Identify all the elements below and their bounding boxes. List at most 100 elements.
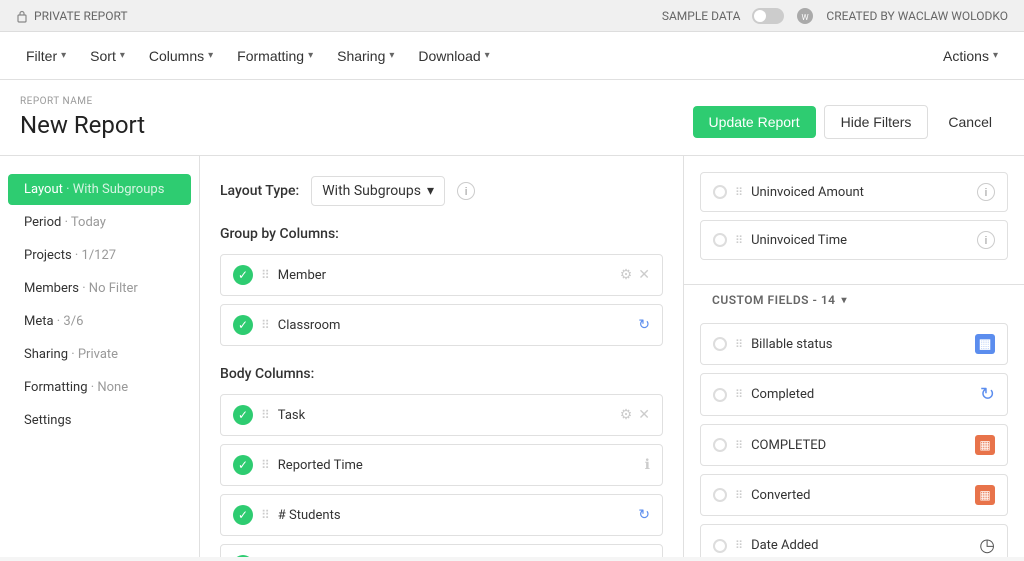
sidebar-item-layout[interactable]: Layout · With Subgroups bbox=[8, 174, 191, 205]
columns-chevron: ▾ bbox=[208, 50, 213, 61]
toolbar-left: Filter ▾ Sort ▾ Columns ▾ Formatting ▾ S… bbox=[16, 42, 500, 70]
field-billable-status: ⠿ Billable status ▦ bbox=[700, 323, 1008, 365]
sharing-chevron: ▾ bbox=[389, 50, 394, 61]
custom-fields-expand-icon: ▾ bbox=[842, 295, 848, 306]
task-check: ✓ bbox=[233, 405, 253, 425]
completed-upper-name: COMPLETED bbox=[751, 438, 967, 453]
date-added-checkbox[interactable] bbox=[713, 539, 727, 553]
sharing-button[interactable]: Sharing ▾ bbox=[327, 42, 404, 70]
toolbar-right: Actions ▾ bbox=[933, 42, 1008, 70]
converted-drag[interactable]: ⠿ bbox=[735, 489, 743, 502]
columns-button[interactable]: Columns ▾ bbox=[139, 42, 223, 70]
member-drag-handle[interactable]: ⠿ bbox=[261, 268, 270, 282]
billable-status-drag[interactable]: ⠿ bbox=[735, 338, 743, 351]
uninvoiced-time-drag[interactable]: ⠿ bbox=[735, 234, 743, 247]
task-actions: ⚙ ✕ bbox=[620, 407, 650, 423]
converted-name: Converted bbox=[751, 488, 967, 503]
classroom-column-name: Classroom bbox=[278, 318, 630, 333]
sidebar-item-projects[interactable]: Projects · 1/127 bbox=[8, 240, 191, 271]
body-column-reported-time: ✓ ⠿ Reported Time ℹ bbox=[220, 444, 663, 486]
field-date-added: ⠿ Date Added ◷ bbox=[700, 524, 1008, 557]
completed-upper-drag[interactable]: ⠿ bbox=[735, 439, 743, 452]
top-bar-right: SAMPLE DATA W CREATED BY WACLAW WOLODKO bbox=[662, 7, 1008, 25]
sidebar-settings-text: Settings bbox=[24, 413, 71, 428]
body-section: Body Columns: ✓ ⠿ Task ⚙ ✕ ✓ ⠿ Reported … bbox=[220, 366, 663, 557]
classroom-sync-icon[interactable]: ↻ bbox=[638, 317, 650, 333]
hide-filters-button[interactable]: Hide Filters bbox=[824, 105, 929, 139]
date-added-name: Date Added bbox=[751, 538, 971, 553]
download-button[interactable]: Download ▾ bbox=[408, 42, 499, 70]
sidebar-item-period[interactable]: Period · Today bbox=[8, 207, 191, 238]
classroom-drag-handle[interactable]: ⠿ bbox=[261, 318, 270, 332]
uninvoiced-amount-info[interactable]: i bbox=[977, 183, 995, 201]
students-actions: ↻ bbox=[638, 507, 650, 523]
filter-label: Filter bbox=[26, 48, 57, 64]
students-sync-icon[interactable]: ↻ bbox=[638, 507, 650, 523]
converted-checkbox[interactable] bbox=[713, 488, 727, 502]
billable-status-checkbox[interactable] bbox=[713, 337, 727, 351]
students-check: ✓ bbox=[233, 505, 253, 525]
sort-button[interactable]: Sort ▾ bbox=[80, 42, 135, 70]
sidebar-item-sharing[interactable]: Sharing · Private bbox=[8, 339, 191, 370]
sidebar-item-members[interactable]: Members · No Filter bbox=[8, 273, 191, 304]
students-drag-handle[interactable]: ⠿ bbox=[261, 508, 270, 522]
actions-button[interactable]: Actions ▾ bbox=[933, 42, 1008, 70]
uninvoiced-time-checkbox[interactable] bbox=[713, 233, 727, 247]
sample-data-toggle[interactable] bbox=[752, 8, 784, 24]
filter-chevron: ▾ bbox=[61, 50, 66, 61]
task-drag-handle[interactable]: ⠿ bbox=[261, 408, 270, 422]
body-column-grade: ✓ ⠿ Grade ↻ bbox=[220, 544, 663, 557]
layout-info-icon[interactable]: i bbox=[457, 182, 475, 200]
cancel-button[interactable]: Cancel bbox=[936, 106, 1004, 138]
columns-label: Columns bbox=[149, 48, 204, 64]
formatting-label: Formatting bbox=[237, 48, 304, 64]
right-panel-top: ⠿ Uninvoiced Amount i ⠿ Uninvoiced Time … bbox=[684, 156, 1024, 285]
download-chevron: ▾ bbox=[485, 50, 490, 61]
completed-drag[interactable]: ⠿ bbox=[735, 388, 743, 401]
task-close-icon[interactable]: ✕ bbox=[638, 407, 650, 423]
member-close-icon[interactable]: ✕ bbox=[638, 267, 650, 283]
reported-time-check: ✓ bbox=[233, 455, 253, 475]
layout-type-select[interactable]: With Subgroups ▾ bbox=[311, 176, 445, 206]
reported-time-actions: ℹ bbox=[645, 457, 650, 473]
update-report-button[interactable]: Update Report bbox=[693, 106, 816, 138]
reported-time-info-icon[interactable]: ℹ bbox=[645, 457, 650, 473]
actions-label: Actions bbox=[943, 48, 989, 64]
uninvoiced-amount-checkbox[interactable] bbox=[713, 185, 727, 199]
actions-chevron: ▾ bbox=[993, 50, 998, 61]
task-settings-icon[interactable]: ⚙ bbox=[620, 407, 633, 423]
private-report-label: PRIVATE REPORT bbox=[34, 9, 128, 23]
reported-time-drag-handle[interactable]: ⠿ bbox=[261, 458, 270, 472]
filter-button[interactable]: Filter ▾ bbox=[16, 42, 76, 70]
sidebar-item-formatting[interactable]: Formatting · None bbox=[8, 372, 191, 403]
sidebar-projects-text: Projects · 1/127 bbox=[24, 248, 116, 263]
sidebar-period-text: Period · Today bbox=[24, 215, 106, 230]
body-columns-label: Body Columns: bbox=[220, 366, 663, 382]
completed-upper-icon: ▦ bbox=[975, 435, 995, 455]
uninvoiced-amount-drag[interactable]: ⠿ bbox=[735, 186, 743, 199]
classroom-actions: ↻ bbox=[638, 317, 650, 333]
sidebar-formatting-text: Formatting · None bbox=[24, 380, 128, 395]
top-bar: PRIVATE REPORT SAMPLE DATA W CREATED BY … bbox=[0, 0, 1024, 32]
completed-checkbox[interactable] bbox=[713, 388, 727, 402]
group-column-classroom: ✓ ⠿ Classroom ↻ bbox=[220, 304, 663, 346]
sort-chevron: ▾ bbox=[120, 50, 125, 61]
layout-type-value: With Subgroups bbox=[322, 183, 421, 199]
profile-icon: W bbox=[796, 7, 814, 25]
completed-upper-checkbox[interactable] bbox=[713, 438, 727, 452]
member-column-name: Member bbox=[278, 268, 612, 283]
grade-check: ✓ bbox=[233, 555, 253, 557]
date-added-drag[interactable]: ⠿ bbox=[735, 539, 743, 552]
uninvoiced-time-name: Uninvoiced Time bbox=[751, 233, 969, 248]
uninvoiced-time-info[interactable]: i bbox=[977, 231, 995, 249]
formatting-button[interactable]: Formatting ▾ bbox=[227, 42, 323, 70]
sidebar-item-settings[interactable]: Settings bbox=[8, 405, 191, 436]
sort-label: Sort bbox=[90, 48, 116, 64]
sidebar-item-meta[interactable]: Meta · 3/6 bbox=[8, 306, 191, 337]
member-settings-icon[interactable]: ⚙ bbox=[620, 267, 633, 283]
custom-fields-header[interactable]: CUSTOM FIELDS - 14 ▾ bbox=[700, 285, 1008, 315]
center-panel: Layout Type: With Subgroups ▾ i Group by… bbox=[200, 156, 684, 557]
sidebar-layout-text: Layout · With Subgroups bbox=[24, 182, 164, 197]
reported-time-column-name: Reported Time bbox=[278, 458, 637, 473]
converted-icon: ▦ bbox=[975, 485, 995, 505]
